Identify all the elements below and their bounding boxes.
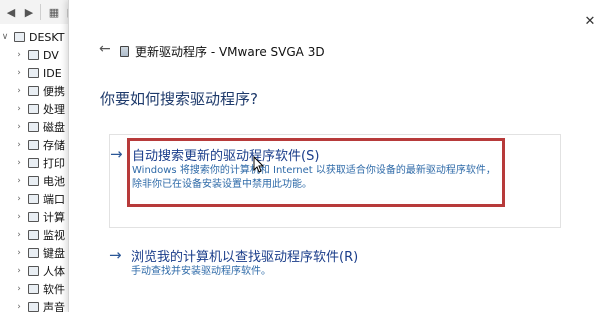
computer-icon	[14, 32, 25, 42]
battery-icon	[28, 176, 39, 186]
chevron-right-icon[interactable]: ›	[14, 50, 24, 60]
processor-icon	[28, 104, 39, 114]
tree-item-label: 磁盘	[43, 121, 65, 134]
browse-computer-title[interactable]: 浏览我的计算机以查找驱动程序软件(R)	[131, 246, 358, 265]
tree-item-label: 便携	[43, 85, 65, 98]
toolbar-divider	[40, 4, 41, 20]
tree-item-label: 存储	[43, 139, 65, 152]
auto-search-option[interactable]: → 自动搜索更新的驱动程序软件(S) Windows 将搜索你的计算机和 Int…	[109, 134, 561, 228]
tree-item-label: IDE	[43, 66, 62, 80]
forward-icon[interactable]: ▶	[22, 5, 36, 19]
tree-item-label: 端口	[43, 193, 65, 206]
back-icon[interactable]: ◀	[4, 5, 18, 19]
chevron-right-icon[interactable]: ›	[14, 68, 24, 78]
printer-icon	[28, 158, 39, 168]
chevron-right-icon[interactable]: ›	[14, 176, 24, 186]
chevron-right-icon[interactable]: ›	[14, 86, 24, 96]
chevron-right-icon[interactable]: ›	[14, 158, 24, 168]
update-driver-dialog: ✕ ← 更新驱动程序 - VMware SVGA 3D 你要如何搜索驱动程序? …	[68, 0, 607, 312]
chevron-right-icon[interactable]: ›	[14, 230, 24, 240]
tree-item-label: 键盘	[43, 247, 65, 260]
disk-drive-icon	[28, 122, 39, 132]
tree-item-label: 软件	[43, 283, 65, 296]
tree-root-label: DESKT	[29, 30, 65, 44]
chevron-right-icon[interactable]: ›	[14, 284, 24, 294]
dvd-drive-icon	[28, 50, 39, 60]
dialog-header: 更新驱动程序 - VMware SVGA 3D	[120, 43, 325, 60]
auto-search-title[interactable]: 自动搜索更新的驱动程序软件(S)	[132, 145, 319, 164]
chevron-right-icon[interactable]: ›	[14, 104, 24, 114]
computer-icon	[28, 212, 39, 222]
software-icon	[28, 284, 39, 294]
arrow-right-icon: →	[109, 246, 122, 264]
chevron-down-icon[interactable]: ∨	[0, 32, 10, 42]
tree-item-label: 计算	[43, 211, 65, 224]
chevron-right-icon[interactable]: ›	[14, 212, 24, 222]
properties-icon[interactable]: ▦	[47, 5, 61, 19]
sound-icon	[28, 302, 39, 312]
chevron-right-icon[interactable]: ›	[14, 266, 24, 276]
dialog-title: 更新驱动程序 - VMware SVGA 3D	[135, 45, 325, 59]
port-icon	[28, 194, 39, 204]
monitor-icon	[28, 230, 39, 240]
chevron-right-icon[interactable]: ›	[14, 302, 24, 312]
tree-item-label: 人体	[43, 265, 65, 278]
tree-item-label: 监视	[43, 229, 65, 242]
tree-item-label: 声音	[43, 301, 65, 312]
device-icon	[120, 46, 129, 57]
browse-computer-option[interactable]: → 浏览我的计算机以查找驱动程序软件(R) 手动查找并安装驱动程序软件。	[109, 243, 559, 283]
auto-search-description: Windows 将搜索你的计算机和 Internet 以获取适合你设备的最新驱动…	[132, 165, 496, 190]
close-button[interactable]: ✕	[582, 14, 598, 30]
hid-icon	[28, 266, 39, 276]
keyboard-icon	[28, 248, 39, 258]
back-arrow-icon[interactable]: ←	[99, 41, 111, 57]
storage-icon	[28, 140, 39, 150]
chevron-right-icon[interactable]: ›	[14, 140, 24, 150]
dialog-heading: 你要如何搜索驱动程序?	[100, 90, 258, 108]
chevron-right-icon[interactable]: ›	[14, 194, 24, 204]
tree-item-label: 处理	[43, 103, 65, 116]
portable-device-icon	[28, 86, 39, 96]
ide-controller-icon	[28, 68, 39, 78]
chevron-right-icon[interactable]: ›	[14, 248, 24, 258]
tree-item-label: DV	[43, 48, 59, 62]
chevron-right-icon[interactable]: ›	[14, 122, 24, 132]
arrow-right-icon: →	[110, 145, 123, 163]
tree-item-label: 电池	[43, 175, 65, 188]
browse-computer-description: 手动查找并安装驱动程序软件。	[131, 266, 271, 277]
tree-item-label: 打印	[43, 157, 65, 170]
